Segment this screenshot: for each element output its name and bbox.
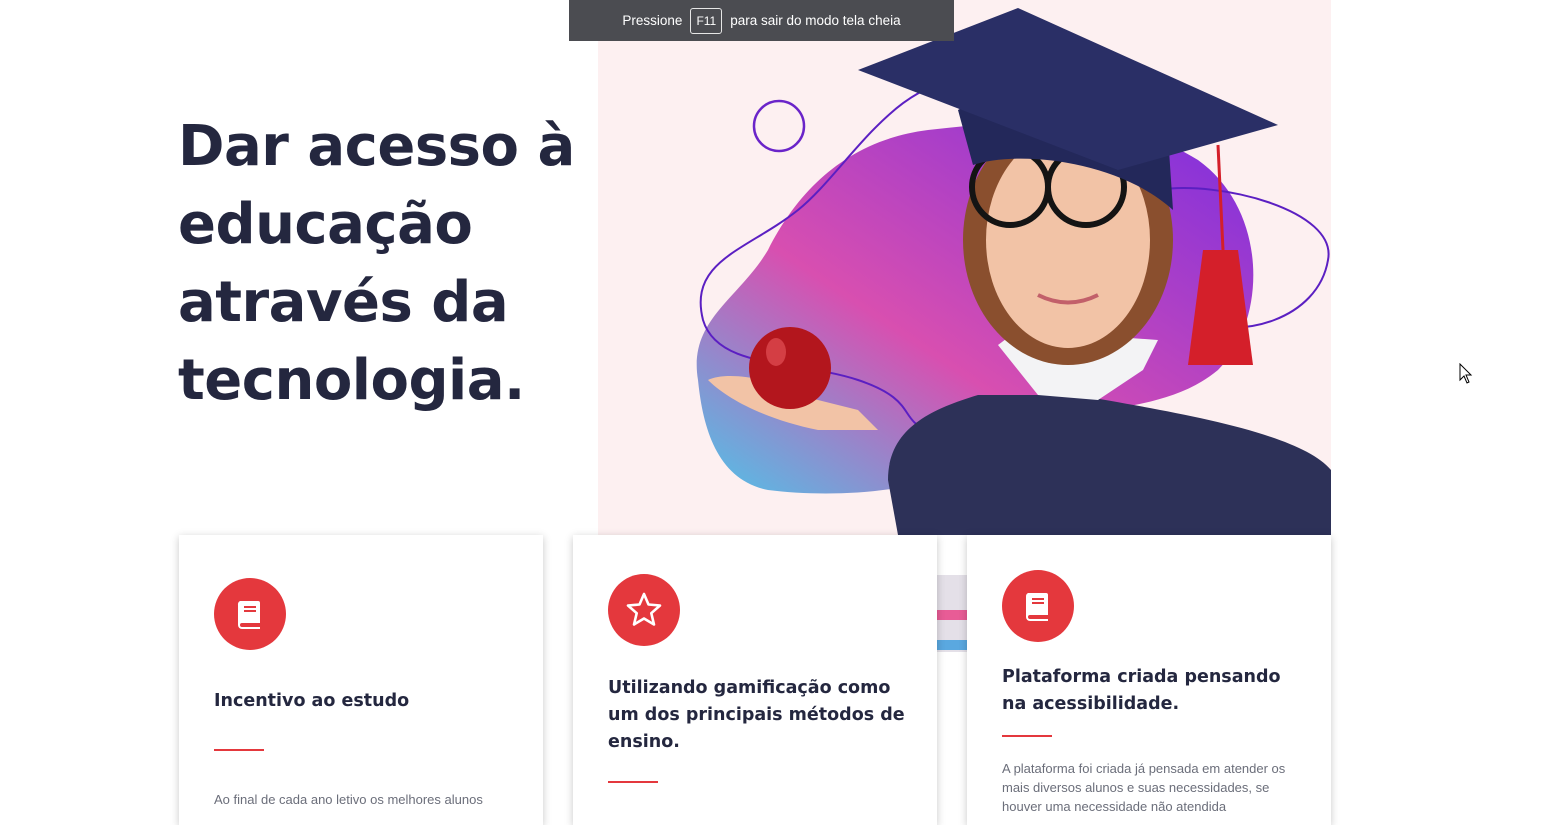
book-icon <box>1002 570 1074 642</box>
banner-prefix: Pressione <box>622 13 683 28</box>
feature-card-accessibility: Plataforma criada pensando na acessibili… <box>967 535 1331 825</box>
f11-key: F11 <box>690 7 723 34</box>
card-description: Ao final de cada ano letivo os melhores … <box>214 792 483 807</box>
card-divider <box>608 781 658 783</box>
book-icon <box>214 578 286 650</box>
card-title: Incentivo ao estudo <box>214 691 410 711</box>
star-icon <box>608 574 680 646</box>
banner-suffix: para sair do modo tela cheia <box>730 13 901 28</box>
card-title: Plataforma criada pensando na acessibili… <box>1002 667 1281 714</box>
card-divider <box>214 749 264 751</box>
fullscreen-exit-banner: Pressione F11 para sair do modo tela che… <box>569 0 954 41</box>
feature-card-gamification: Utilizando gamificação como um dos princ… <box>573 535 937 825</box>
card-description: A plataforma foi criada já pensada em at… <box>1002 761 1286 814</box>
feature-card-study-incentive: Incentivo ao estudo Ao final de cada ano… <box>179 535 543 825</box>
mouse-cursor-icon <box>1459 363 1473 384</box>
hero-headline: Dar acesso à educação através da tecnolo… <box>178 114 575 413</box>
card-divider <box>1002 735 1052 737</box>
card-title: Utilizando gamificação como um dos princ… <box>608 678 905 752</box>
